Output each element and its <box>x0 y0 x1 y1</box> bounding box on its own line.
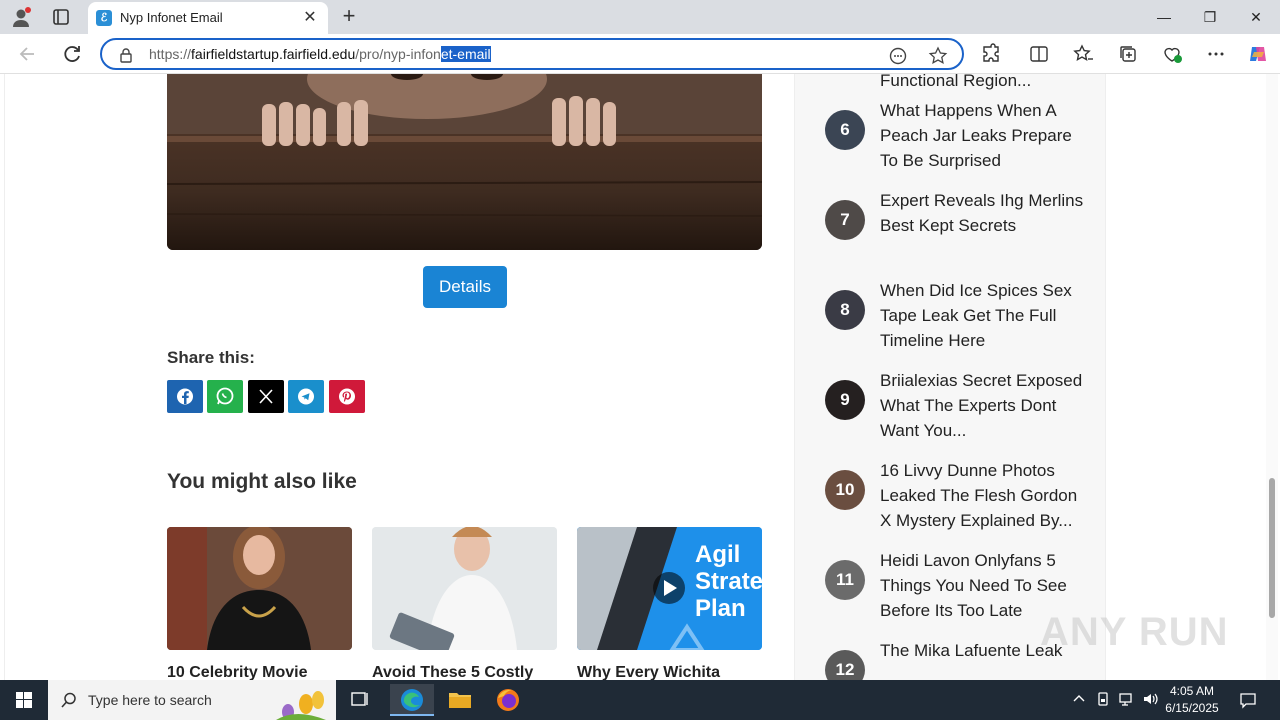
site-favicon-icon: ℰ <box>96 10 112 26</box>
favorite-star-icon[interactable] <box>928 46 948 66</box>
copilot-icon[interactable] <box>1246 42 1270 66</box>
clock-time: 4:05 AM <box>1169 684 1215 698</box>
extensions-icon[interactable] <box>979 42 1003 66</box>
sidebar-item-title[interactable]: 16 Livvy Dunne Photos Leaked The Flesh G… <box>880 458 1085 533</box>
lock-icon[interactable] <box>118 47 134 63</box>
card-3-overlay-text: Agil Strateg Plan <box>695 541 762 622</box>
scrollbar-thumb[interactable] <box>1269 478 1275 618</box>
show-hidden-icons-chevron-icon[interactable] <box>1070 690 1088 708</box>
url-path: /pro/nyp-infon <box>355 46 441 62</box>
whatsapp-icon <box>216 387 234 405</box>
close-tab-icon[interactable]: ✕ <box>300 8 320 28</box>
related-card-1-title[interactable]: 10 Celebrity Movie <box>167 664 352 680</box>
window-close-button[interactable]: ✕ <box>1233 0 1279 34</box>
rank-badge: 7 <box>825 200 865 240</box>
article-column: Details Share this: You might also like … <box>4 74 794 680</box>
profile-icon[interactable] <box>10 6 32 28</box>
windows-logo-icon <box>16 692 32 708</box>
browser-essentials-icon[interactable] <box>1160 42 1184 66</box>
sidebar-item-5-title[interactable]: Functional Region... <box>880 74 1085 93</box>
notifications-icon[interactable] <box>1239 691 1257 709</box>
search-icon <box>61 692 76 708</box>
rank-badge: 10 <box>825 470 865 510</box>
address-bar[interactable]: https://fairfieldstartup.fairfield.edu/p… <box>100 38 964 70</box>
related-card-3-image[interactable]: Agil Strateg Plan <box>577 527 762 650</box>
clock-date: 6/15/2025 <box>1165 701 1219 715</box>
sidebar-item-title[interactable]: Expert Reveals Ihg Merlins Best Kept Sec… <box>880 188 1085 238</box>
url-selected-text: et-email <box>440 46 491 62</box>
search-placeholder: Type here to search <box>88 692 212 708</box>
share-heading: Share this: <box>167 348 255 367</box>
related-card-2-title[interactable]: Avoid These 5 Costly <box>372 664 557 680</box>
sidebar-item-title[interactable]: When Did Ice Spices Sex Tape Leak Get Th… <box>880 278 1085 353</box>
start-button[interactable] <box>0 680 48 720</box>
windows-taskbar: Type here to search 4:05 AM 6/15/2025 <box>0 680 1280 720</box>
share-pinterest-button[interactable] <box>329 380 365 413</box>
article-hero-image <box>167 74 762 250</box>
rank-badge: 12 <box>825 650 865 680</box>
firefox-icon <box>497 689 519 711</box>
minimize-button[interactable]: — <box>1141 0 1187 34</box>
device-icon[interactable] <box>1094 690 1112 708</box>
more-options-icon[interactable] <box>1204 42 1228 66</box>
related-card-1-image[interactable] <box>167 527 352 650</box>
details-button[interactable]: Details <box>423 266 507 308</box>
network-icon[interactable] <box>1117 690 1135 708</box>
page-scrollbar[interactable] <box>1266 74 1278 680</box>
related-card-2-image[interactable] <box>372 527 557 650</box>
refresh-button[interactable] <box>58 40 86 68</box>
facebook-icon <box>177 388 193 405</box>
sidebar-item-title[interactable]: Briialexias Secret Exposed What The Expe… <box>880 368 1085 443</box>
favorites-icon[interactable] <box>1071 42 1095 66</box>
flowers-search-highlight-icon <box>276 691 326 720</box>
split-screen-icon[interactable] <box>1027 42 1051 66</box>
edge-icon <box>401 689 423 711</box>
share-x-button[interactable] <box>248 380 284 413</box>
url-host: fairfieldstartup.fairfield.edu <box>191 46 356 62</box>
back-button[interactable] <box>14 40 42 68</box>
restore-button[interactable]: ❐ <box>1187 0 1233 34</box>
reading-mode-icon[interactable] <box>888 46 908 66</box>
taskbar-clock[interactable]: 4:05 AM 6/15/2025 <box>1160 683 1224 717</box>
new-tab-button[interactable]: + <box>336 4 362 30</box>
anyrun-watermark: ANY RUN <box>1040 610 1229 654</box>
rank-badge: 8 <box>825 290 865 330</box>
url-scheme: https:// <box>149 46 192 62</box>
taskbar-search-box[interactable]: Type here to search <box>48 680 336 720</box>
taskbar-file-explorer-button[interactable] <box>440 684 480 716</box>
rank-badge: 11 <box>825 560 865 600</box>
share-telegram-button[interactable] <box>288 380 324 413</box>
related-heading: You might also like <box>167 470 357 493</box>
related-card-3-title[interactable]: Why Every Wichita <box>577 664 762 680</box>
browser-tab-active[interactable]: ℰ Nyp Infonet Email ✕ <box>88 2 328 34</box>
tab-actions-icon[interactable] <box>50 6 72 28</box>
task-view-icon <box>351 692 368 706</box>
web-page: Details Share this: You might also like … <box>0 74 1280 680</box>
telegram-icon <box>298 388 314 405</box>
rank-badge: 6 <box>825 110 865 150</box>
pinterest-icon <box>339 388 355 405</box>
folder-icon <box>449 693 471 708</box>
rank-badge: 9 <box>825 380 865 420</box>
sidebar-item-title[interactable]: What Happens When A Peach Jar Leaks Prep… <box>880 98 1085 173</box>
collections-icon[interactable] <box>1116 42 1140 66</box>
x-icon <box>259 389 273 404</box>
browser-tab-strip: ℰ Nyp Infonet Email ✕ + — ❐ ✕ <box>0 0 1280 34</box>
volume-icon[interactable] <box>1141 690 1159 708</box>
taskbar-edge-button[interactable] <box>390 684 434 716</box>
share-whatsapp-button[interactable] <box>207 380 243 413</box>
url-text[interactable]: https://fairfieldstartup.fairfield.edu/p… <box>149 46 491 62</box>
taskbar-firefox-button[interactable] <box>488 684 528 716</box>
browser-toolbar: https://fairfieldstartup.fairfield.edu/p… <box>0 34 1280 74</box>
trending-sidebar: Functional Region... 6 What Happens When… <box>794 74 1106 680</box>
task-view-button[interactable] <box>340 684 380 716</box>
share-facebook-button[interactable] <box>167 380 203 413</box>
tab-title: Nyp Infonet Email <box>120 10 223 25</box>
